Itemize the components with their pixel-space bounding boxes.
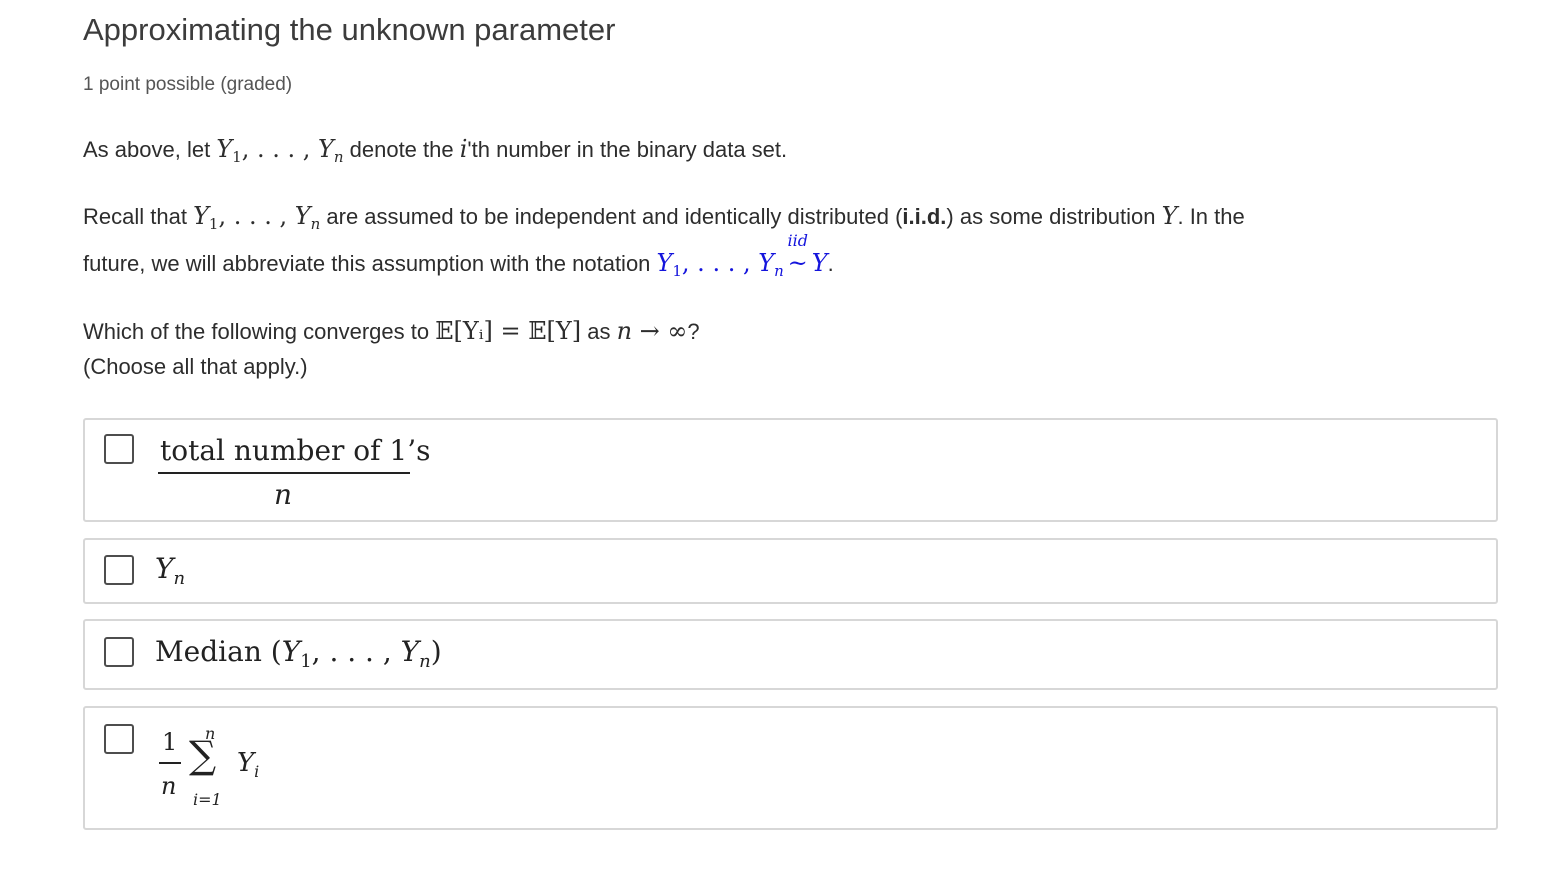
checkbox-2[interactable] bbox=[104, 555, 134, 585]
problem-title: Approximating the unknown parameter bbox=[83, 12, 616, 47]
sum-lower: i=1 bbox=[193, 790, 222, 809]
intro-paragraph: As above, let Y1, . . . , Yn denote the … bbox=[83, 135, 788, 166]
choice-y-n[interactable]: Yn bbox=[83, 538, 1498, 604]
assumption-paragraph-line2: future, we will abbreviate this assumpti… bbox=[83, 231, 834, 280]
choice-median[interactable]: Median (Y1, . . . , Yn) bbox=[83, 619, 1498, 690]
sum-term: Yi bbox=[237, 748, 260, 781]
iid-notation: Y1, . . . , Yn iid ~ Y bbox=[656, 231, 828, 280]
points-label: 1 point possible (graded) bbox=[83, 74, 293, 95]
choice-sample-mean[interactable]: 1 n n ∑ i=1 Yi bbox=[83, 706, 1498, 830]
mean-n: n bbox=[161, 772, 177, 800]
mean-fraction-bar bbox=[159, 762, 181, 764]
checkbox-4[interactable] bbox=[104, 724, 134, 754]
mean-one: 1 bbox=[162, 728, 178, 756]
question-note: (Choose all that apply.) bbox=[83, 354, 308, 379]
fraction-bar bbox=[158, 472, 410, 474]
choice-3-label: Median (Y1, . . . , Yn) bbox=[155, 635, 442, 672]
checkbox-3[interactable] bbox=[104, 637, 134, 667]
choice-total-ones-over-n[interactable]: total number of 1’s n bbox=[83, 418, 1498, 522]
choice-1-denominator: n bbox=[274, 478, 293, 511]
choice-2-label: Yn bbox=[155, 552, 186, 589]
assumption-paragraph-line1: Recall that Y1, . . . , Yn are assumed t… bbox=[83, 202, 1245, 233]
checkbox-1[interactable] bbox=[104, 434, 134, 464]
question-text: Which of the following converges to 𝔼[Yᵢ… bbox=[83, 317, 700, 345]
choice-1-numerator: total number of 1’s bbox=[160, 434, 431, 467]
sigma-symbol: ∑ bbox=[189, 733, 217, 777]
